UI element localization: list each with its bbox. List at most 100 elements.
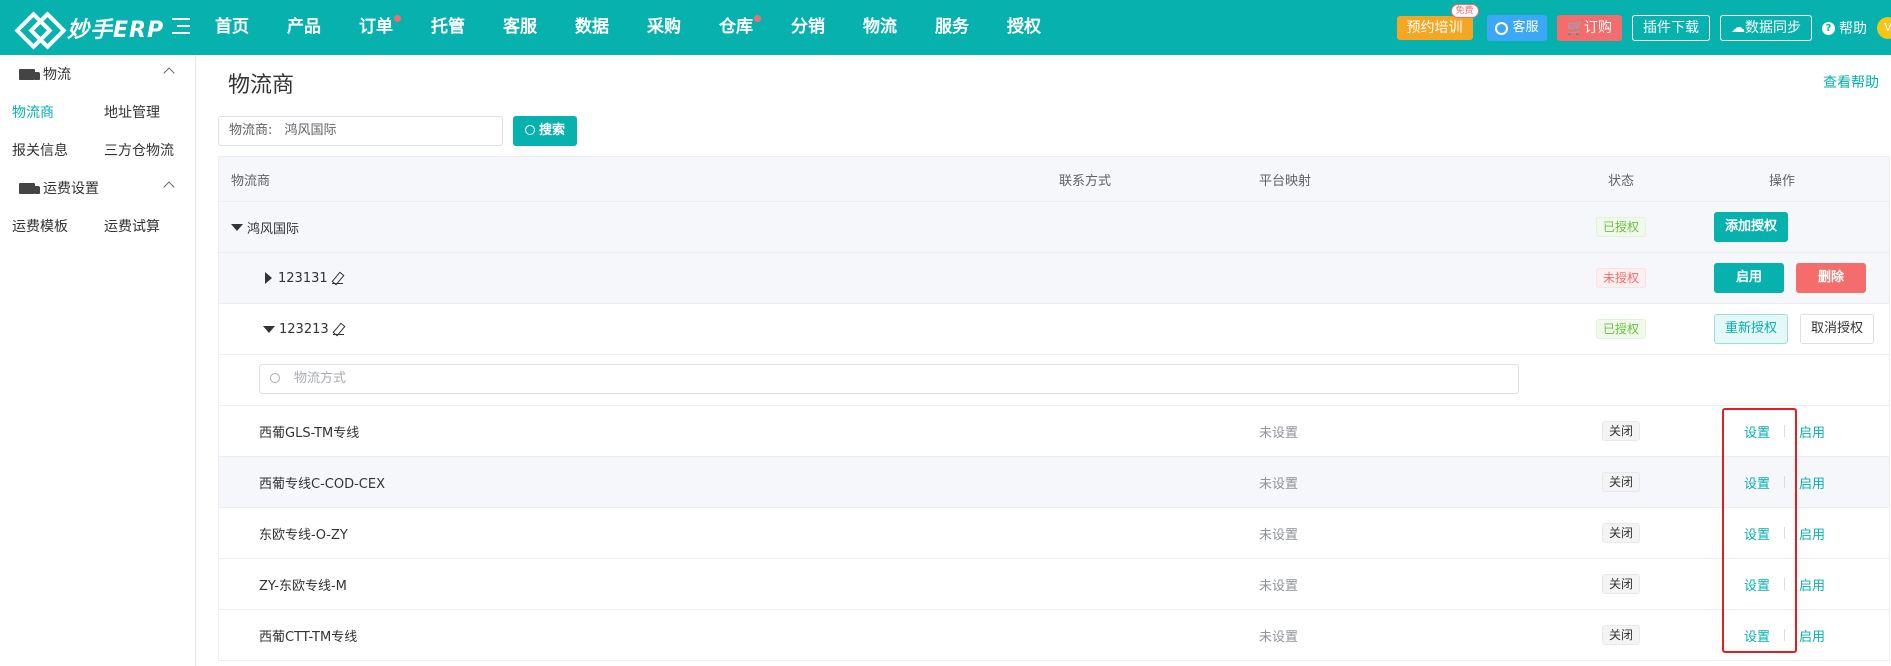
enable-link[interactable]: 启用 xyxy=(1799,422,1825,441)
status-badge: 关闭 xyxy=(1601,625,1640,645)
status-badge: 关闭 xyxy=(1601,574,1640,594)
nav-item-home[interactable]: 首页 xyxy=(215,0,249,55)
set-link[interactable]: 设置 xyxy=(1744,626,1770,645)
sidebar-group-freight[interactable]: 运费设置 xyxy=(0,169,195,207)
logo[interactable]: 妙手ERP xyxy=(17,10,164,46)
table-row-method: 东欧专线-O-ZY 未设置 关闭 设置 启用 xyxy=(219,508,1889,559)
enable-link[interactable]: 启用 xyxy=(1799,524,1825,543)
nav-item-data[interactable]: 数据 xyxy=(575,0,609,55)
training-button[interactable]: 预约培训 免费 xyxy=(1396,4,1479,40)
expand-arrow-icon[interactable] xyxy=(265,272,272,284)
col-header-contact: 联系方式 xyxy=(1059,173,1112,189)
search-label: 物流商: xyxy=(229,123,273,138)
table-header: 物流商 联系方式 平台映射 状态 操作 xyxy=(219,157,1889,202)
add-authorization-button[interactable]: 添加授权 xyxy=(1714,212,1789,242)
method-name: 西葡GLS-TM专线 xyxy=(259,425,360,441)
divider xyxy=(1784,425,1786,437)
nav-item-products[interactable]: 产品 xyxy=(287,0,321,55)
nav-item-distribution[interactable]: 分销 xyxy=(791,0,825,55)
sidebar-group-logistics[interactable]: 物流 xyxy=(0,55,195,93)
table-row-account: 123131 未授权 启用 删除 xyxy=(219,253,1889,304)
method-mapping: 未设置 xyxy=(1259,629,1299,645)
nav-item-services[interactable]: 服务 xyxy=(935,0,969,55)
set-link[interactable]: 设置 xyxy=(1744,422,1770,441)
method-name: 西葡CTT-TM专线 xyxy=(259,629,358,645)
order-button[interactable]: 🛒订购 xyxy=(1556,15,1622,41)
sidebar-item-customs-info[interactable]: 报关信息 xyxy=(0,140,92,160)
enable-button[interactable]: 启用 xyxy=(1714,263,1784,293)
enable-link[interactable]: 启用 xyxy=(1799,626,1825,645)
avatar[interactable]: V xyxy=(1877,17,1891,39)
method-mapping: 未设置 xyxy=(1259,527,1299,543)
truck-icon xyxy=(19,68,40,80)
account-name: 123131 xyxy=(278,270,328,286)
method-name: 东欧专线-O-ZY xyxy=(259,527,348,543)
free-badge: 免费 xyxy=(1450,4,1479,18)
account-name: 123213 xyxy=(279,321,329,337)
sidebar-item-3pl-warehouse[interactable]: 三方仓物流 xyxy=(92,140,184,160)
question-icon: ? xyxy=(1822,21,1835,35)
logo-text: 妙手ERP xyxy=(67,18,165,43)
nav-item-customer-service[interactable]: 客服 xyxy=(503,0,537,55)
nav-item-authorization[interactable]: 授权 xyxy=(1007,0,1041,55)
enable-link[interactable]: 启用 xyxy=(1799,575,1825,594)
shipping-method-search-input[interactable]: 物流方式 xyxy=(259,364,1519,394)
provider-search-input[interactable]: 物流商: 鸿风国际 xyxy=(218,116,503,146)
plugin-download-button[interactable]: 插件下载 xyxy=(1632,15,1710,41)
cancel-authorization-button[interactable]: 取消授权 xyxy=(1800,314,1875,344)
chevron-up-icon xyxy=(163,67,175,79)
set-link[interactable]: 设置 xyxy=(1744,575,1770,594)
view-help-link[interactable]: 查看帮助 xyxy=(1823,72,1879,92)
top-navbar: 妙手ERP 首页 产品 订单 托管 客服 数据 采购 仓库 分销 物流 服务 授… xyxy=(0,0,1891,55)
data-sync-button[interactable]: ☁数据同步 xyxy=(1720,15,1812,41)
table-row-method: 西葡CTT-TM专线 未设置 关闭 设置 启用 xyxy=(219,610,1889,661)
method-mapping: 未设置 xyxy=(1259,578,1299,594)
divider xyxy=(1784,527,1786,539)
col-header-ops: 操作 xyxy=(1769,173,1796,189)
search-icon xyxy=(270,373,280,383)
sidebar-item-providers[interactable]: 物流商 xyxy=(0,102,92,122)
status-badge: 未授权 xyxy=(1595,268,1646,288)
method-name: ZY-东欧专线-M xyxy=(259,578,347,594)
page-title: 物流商 xyxy=(228,73,295,98)
edit-icon[interactable] xyxy=(331,273,343,284)
table-row-provider: 鸿风国际 已授权 添加授权 xyxy=(219,202,1889,253)
nav-item-logistics[interactable]: 物流 xyxy=(863,0,897,55)
nav-item-warehouse[interactable]: 仓库 xyxy=(719,0,761,55)
delete-button[interactable]: 删除 xyxy=(1796,263,1866,293)
set-link[interactable]: 设置 xyxy=(1744,473,1770,492)
reauthorize-button[interactable]: 重新授权 xyxy=(1714,314,1789,344)
help-button[interactable]: ? 帮助 xyxy=(1822,18,1867,38)
sidebar-item-freight-calculator[interactable]: 运费试算 xyxy=(92,216,184,236)
search-value: 鸿风国际 xyxy=(284,123,337,138)
edit-icon[interactable] xyxy=(332,324,344,335)
notification-dot xyxy=(754,15,761,22)
menu-toggle-icon[interactable] xyxy=(172,18,190,36)
customer-service-button[interactable]: 客服 xyxy=(1486,15,1547,41)
enable-link[interactable]: 启用 xyxy=(1799,473,1825,492)
divider xyxy=(1784,629,1786,641)
status-badge: 关闭 xyxy=(1601,472,1640,492)
sidebar-item-addresses[interactable]: 地址管理 xyxy=(92,102,184,122)
logo-icon xyxy=(17,10,57,46)
nav-item-orders[interactable]: 订单 xyxy=(359,0,401,55)
divider xyxy=(1784,578,1786,590)
main-nav: 首页 产品 订单 托管 客服 数据 采购 仓库 分销 物流 服务 授权 xyxy=(215,0,1079,55)
set-link[interactable]: 设置 xyxy=(1744,524,1770,543)
sidebar-item-freight-templates[interactable]: 运费模板 xyxy=(0,216,92,236)
status-badge: 关闭 xyxy=(1601,523,1640,543)
nav-item-hosting[interactable]: 托管 xyxy=(431,0,465,55)
table-row-account: 123213 已授权 重新授权 取消授权 xyxy=(219,304,1889,355)
collapse-arrow-icon[interactable] xyxy=(231,223,243,231)
col-header-provider: 物流商 xyxy=(231,173,271,189)
collapse-arrow-icon[interactable] xyxy=(263,325,275,333)
search-button[interactable]: 搜索 xyxy=(513,116,577,146)
method-name: 西葡专线C-COD-CEX xyxy=(259,476,385,492)
nav-item-purchasing[interactable]: 采购 xyxy=(647,0,681,55)
cloud-icon: ☁ xyxy=(1731,20,1745,36)
col-header-status: 状态 xyxy=(1607,173,1634,189)
method-mapping: 未设置 xyxy=(1259,425,1299,441)
provider-table: 物流商 联系方式 平台映射 状态 操作 鸿风国际 已授权 添加授权 123131… xyxy=(218,156,1890,661)
search-icon xyxy=(524,125,535,135)
provider-name: 鸿风国际 xyxy=(247,221,300,237)
